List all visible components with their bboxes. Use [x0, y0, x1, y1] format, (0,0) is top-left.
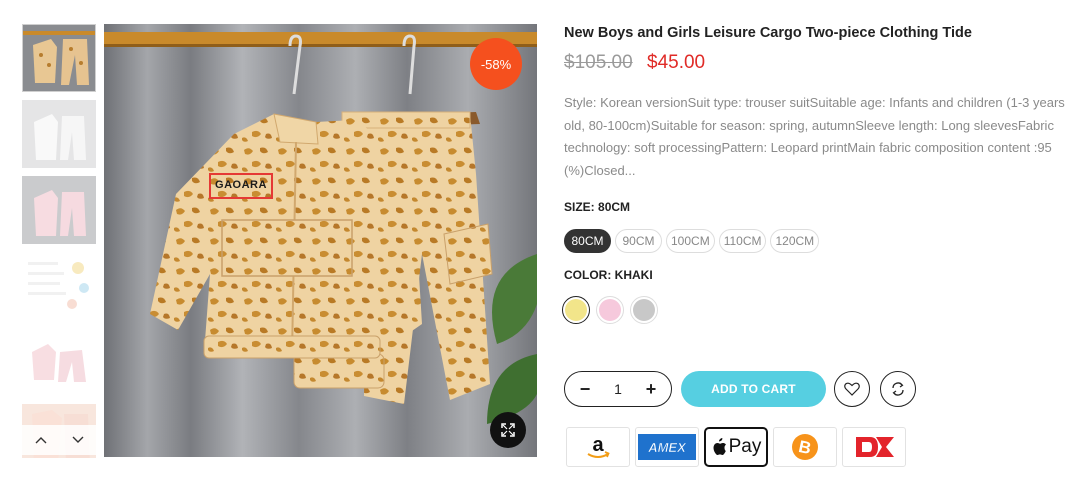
thumbnail-next-button[interactable]: [59, 425, 96, 455]
thumbnail-2[interactable]: [22, 100, 96, 168]
thumbnail-image: [22, 252, 96, 320]
discount-badge: -58%: [470, 38, 522, 90]
svg-text:a: a: [592, 434, 604, 456]
sale-price: $45.00: [647, 52, 706, 73]
swatch-fill: [599, 299, 621, 321]
payment-bitcoin: B: [773, 427, 837, 467]
thumbnail-image: [23, 25, 95, 91]
size-option-120cm[interactable]: 120CM: [770, 229, 820, 253]
expand-icon: [501, 423, 515, 437]
color-label: COLOR: KHAKI: [564, 268, 653, 282]
color-selector: [562, 296, 658, 324]
bitcoin-icon: B: [792, 434, 818, 460]
payment-apple-pay: Pay: [704, 427, 768, 467]
thumbnail-4[interactable]: [22, 252, 96, 320]
color-swatch-khaki[interactable]: [562, 296, 590, 324]
size-selected-value: 80CM: [598, 200, 631, 214]
thumbnail-1[interactable]: [22, 24, 96, 92]
color-swatch-grey[interactable]: [630, 296, 658, 324]
apple-icon: [713, 438, 726, 455]
main-product-image[interactable]: GAOARA: [104, 24, 537, 457]
quantity-increase-button[interactable]: +: [643, 380, 659, 398]
zoom-button[interactable]: [490, 412, 526, 448]
apple-pay-label: Pay: [728, 436, 762, 457]
amazon-icon: a: [587, 434, 610, 458]
size-option-90cm[interactable]: 90CM: [615, 229, 662, 253]
size-option-80cm[interactable]: 80CM: [564, 229, 611, 253]
discover-icon: [856, 437, 894, 457]
svg-text:AMEX: AMEX: [647, 440, 687, 455]
heart-icon: [844, 382, 860, 396]
thumbnail-image: [22, 176, 96, 244]
size-option-110cm[interactable]: 110CM: [718, 229, 767, 253]
size-selector: 80CM 90CM 100CM 110CM 120CM: [564, 229, 820, 253]
color-swatch-pink[interactable]: [596, 296, 624, 324]
color-label-text: COLOR:: [564, 268, 612, 282]
chevron-up-icon: [35, 437, 46, 444]
thumbnail-gallery: [22, 24, 96, 458]
thumbnail-image: [22, 100, 96, 168]
swatch-fill: [565, 299, 587, 321]
size-label-text: SIZE:: [564, 200, 595, 214]
thumbnail-3[interactable]: [22, 176, 96, 244]
compare-button[interactable]: [880, 371, 916, 407]
thumbnail-5[interactable]: [22, 328, 96, 396]
size-label: SIZE: 80CM: [564, 200, 630, 214]
compare-icon: [892, 382, 904, 396]
thumbnail-image: [22, 328, 96, 396]
product-photo: [104, 24, 537, 457]
original-price: $105.00: [564, 52, 633, 73]
payment-amazon: a: [566, 427, 630, 467]
chevron-down-icon: [72, 436, 83, 443]
thumbnail-nav: [22, 425, 96, 455]
color-selected-value: KHAKI: [614, 268, 653, 282]
payment-discover: [842, 427, 906, 467]
product-description: Style: Korean versionSuit type: trouser …: [564, 95, 1065, 178]
wishlist-button[interactable]: [834, 371, 870, 407]
product-title: New Boys and Girls Leisure Cargo Two-pie…: [564, 25, 972, 41]
add-to-cart-button[interactable]: ADD TO CART: [681, 371, 826, 407]
product-image-label: GAOARA: [215, 179, 267, 191]
payment-amex: AMEX: [635, 427, 699, 467]
amex-icon: AMEX: [638, 434, 696, 460]
quantity-stepper: − 1 +: [564, 371, 672, 407]
thumbnail-prev-button[interactable]: [22, 425, 59, 455]
size-option-100cm[interactable]: 100CM: [666, 229, 715, 253]
quantity-input[interactable]: 1: [603, 381, 633, 397]
swatch-fill: [633, 299, 655, 321]
quantity-decrease-button[interactable]: −: [577, 380, 593, 398]
